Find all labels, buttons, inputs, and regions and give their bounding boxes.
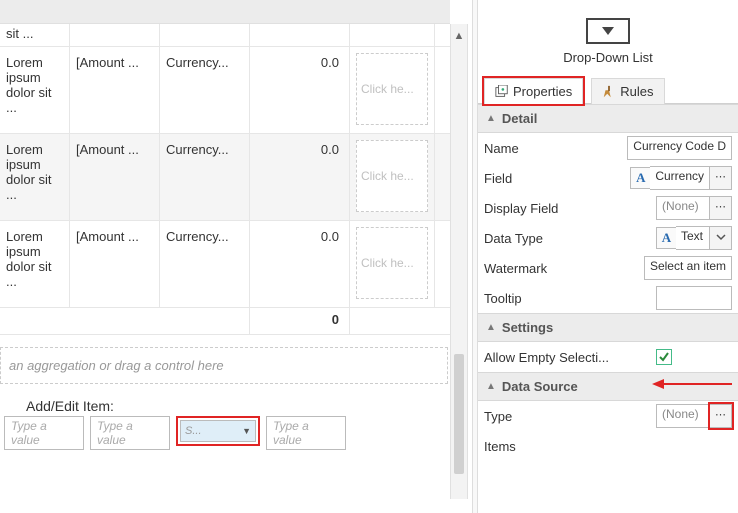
prop-display-field: Display Field (None) ⋯ (478, 193, 738, 223)
add-edit-field-1[interactable]: Type a value (4, 416, 84, 450)
scroll-thumb[interactable] (454, 354, 464, 474)
property-tabs: Properties Rules (478, 73, 738, 104)
table-total-row: 0 (0, 308, 450, 335)
prop-watermark: Watermark Select an item (478, 253, 738, 283)
type-browse-button[interactable]: ⋯ (710, 404, 732, 428)
cell-text: sit ... (0, 24, 70, 46)
label: Items (484, 439, 656, 454)
add-edit-field-4[interactable]: Type a value (266, 416, 346, 450)
label: Watermark (484, 261, 644, 276)
section-data-source[interactable]: ▲ Data Source (478, 372, 738, 401)
cell-value (250, 24, 350, 46)
table-row: sit ... (0, 24, 450, 47)
chevron-down-icon: ▼ (242, 426, 251, 436)
section-label: Data Source (502, 379, 578, 394)
cell-currency: Currency... (160, 47, 250, 133)
drop-down-list-icon (586, 18, 630, 44)
properties-panel: Drop-Down List Properties Rules ▲ Detail… (478, 0, 738, 513)
aggregation-dropzone[interactable]: an aggregation or drag a control here (0, 347, 448, 384)
cell-currency: Currency... (160, 221, 250, 307)
prop-type: Type (None) ⋯ (478, 401, 738, 431)
cell-text: Lorem ipsum dolor sit ... (0, 221, 70, 307)
allow-empty-checkbox[interactable] (656, 349, 672, 365)
cell-click: Click he... (350, 134, 435, 220)
data-type-chevron[interactable] (710, 226, 732, 250)
tab-properties[interactable]: Properties (484, 78, 583, 104)
annotation-arrow-icon (652, 377, 732, 391)
cell-text: Lorem ipsum dolor sit ... (0, 47, 70, 133)
prop-items: Items (478, 431, 738, 461)
cell-currency (160, 24, 250, 46)
properties-icon (495, 85, 509, 99)
prop-name: Name Currency Code D (478, 133, 738, 163)
cell-value: 0.0 (250, 221, 350, 307)
top-header-bar (0, 0, 450, 24)
object-title: Drop-Down List (478, 50, 738, 65)
rules-icon (602, 85, 616, 99)
prop-data-type: Data Type A Text (478, 223, 738, 253)
label: Display Field (484, 201, 656, 216)
label: Type (484, 409, 656, 424)
click-placeholder[interactable]: Click he... (356, 140, 428, 212)
add-edit-label: Add/Edit Item: (26, 398, 450, 414)
vertical-scrollbar[interactable]: ▲ (450, 24, 468, 499)
name-input[interactable]: Currency Code D (627, 136, 732, 160)
display-field-input[interactable]: (None) (656, 196, 710, 220)
highlight-box: S... ▼ (176, 416, 260, 446)
tab-label: Rules (620, 84, 653, 99)
label: Tooltip (484, 291, 656, 306)
table-row: Lorem ipsum dolor sit ... [Amount ... Cu… (0, 47, 450, 134)
type-input[interactable]: (None) (656, 404, 710, 428)
label: Allow Empty Selecti... (484, 350, 656, 365)
label: Name (484, 141, 627, 156)
cell-amount: [Amount ... (70, 221, 160, 307)
data-type-select[interactable]: Text (676, 226, 710, 250)
add-edit-field-2[interactable]: Type a value (90, 416, 170, 450)
cell-amount (70, 24, 160, 46)
add-edit-dropdown-label: S... (185, 425, 202, 437)
table-row: Lorem ipsum dolor sit ... [Amount ... Cu… (0, 134, 450, 221)
section-label: Settings (502, 320, 553, 335)
cell-click (350, 24, 435, 46)
prop-field: Field A Currency ⋯ (478, 163, 738, 193)
cell-click: Click he... (350, 221, 435, 307)
cell-amount: [Amount ... (70, 47, 160, 133)
cell-value: 0.0 (250, 134, 350, 220)
data-grid: sit ... Lorem ipsum dolor sit ... [Amoun… (0, 24, 450, 335)
prop-tooltip: Tooltip (478, 283, 738, 313)
section-label: Detail (502, 111, 537, 126)
text-type-icon: A (656, 227, 676, 249)
design-canvas: sit ... Lorem ipsum dolor sit ... [Amoun… (0, 0, 450, 513)
scroll-up-icon[interactable]: ▲ (451, 24, 467, 48)
tab-label: Properties (513, 84, 572, 99)
tab-rules[interactable]: Rules (591, 78, 664, 104)
total-value: 0 (250, 308, 350, 334)
chevron-up-icon: ▲ (486, 322, 496, 333)
watermark-input[interactable]: Select an item (644, 256, 732, 280)
section-settings[interactable]: ▲ Settings (478, 313, 738, 342)
label: Field (484, 171, 630, 186)
prop-allow-empty: Allow Empty Selecti... (478, 342, 738, 372)
label: Data Type (484, 231, 656, 246)
cell-click: Click he... (350, 47, 435, 133)
click-placeholder[interactable]: Click he... (356, 227, 428, 299)
section-detail[interactable]: ▲ Detail (478, 104, 738, 133)
table-row: Lorem ipsum dolor sit ... [Amount ... Cu… (0, 221, 450, 308)
object-icon-wrap (478, 0, 738, 50)
display-field-browse-button[interactable]: ⋯ (710, 196, 732, 220)
field-browse-button[interactable]: ⋯ (710, 166, 732, 190)
cell-currency: Currency... (160, 134, 250, 220)
tooltip-input[interactable] (656, 286, 732, 310)
click-placeholder[interactable]: Click he... (356, 53, 428, 125)
text-type-icon: A (630, 167, 650, 189)
chevron-up-icon: ▲ (486, 381, 496, 392)
cell-text: Lorem ipsum dolor sit ... (0, 134, 70, 220)
chevron-up-icon: ▲ (486, 113, 496, 124)
add-edit-row: Type a value Type a value S... ▼ Type a … (4, 416, 450, 450)
field-input[interactable]: Currency (650, 166, 710, 190)
cell-value: 0.0 (250, 47, 350, 133)
cell-amount: [Amount ... (70, 134, 160, 220)
add-edit-dropdown[interactable]: S... ▼ (180, 420, 256, 442)
